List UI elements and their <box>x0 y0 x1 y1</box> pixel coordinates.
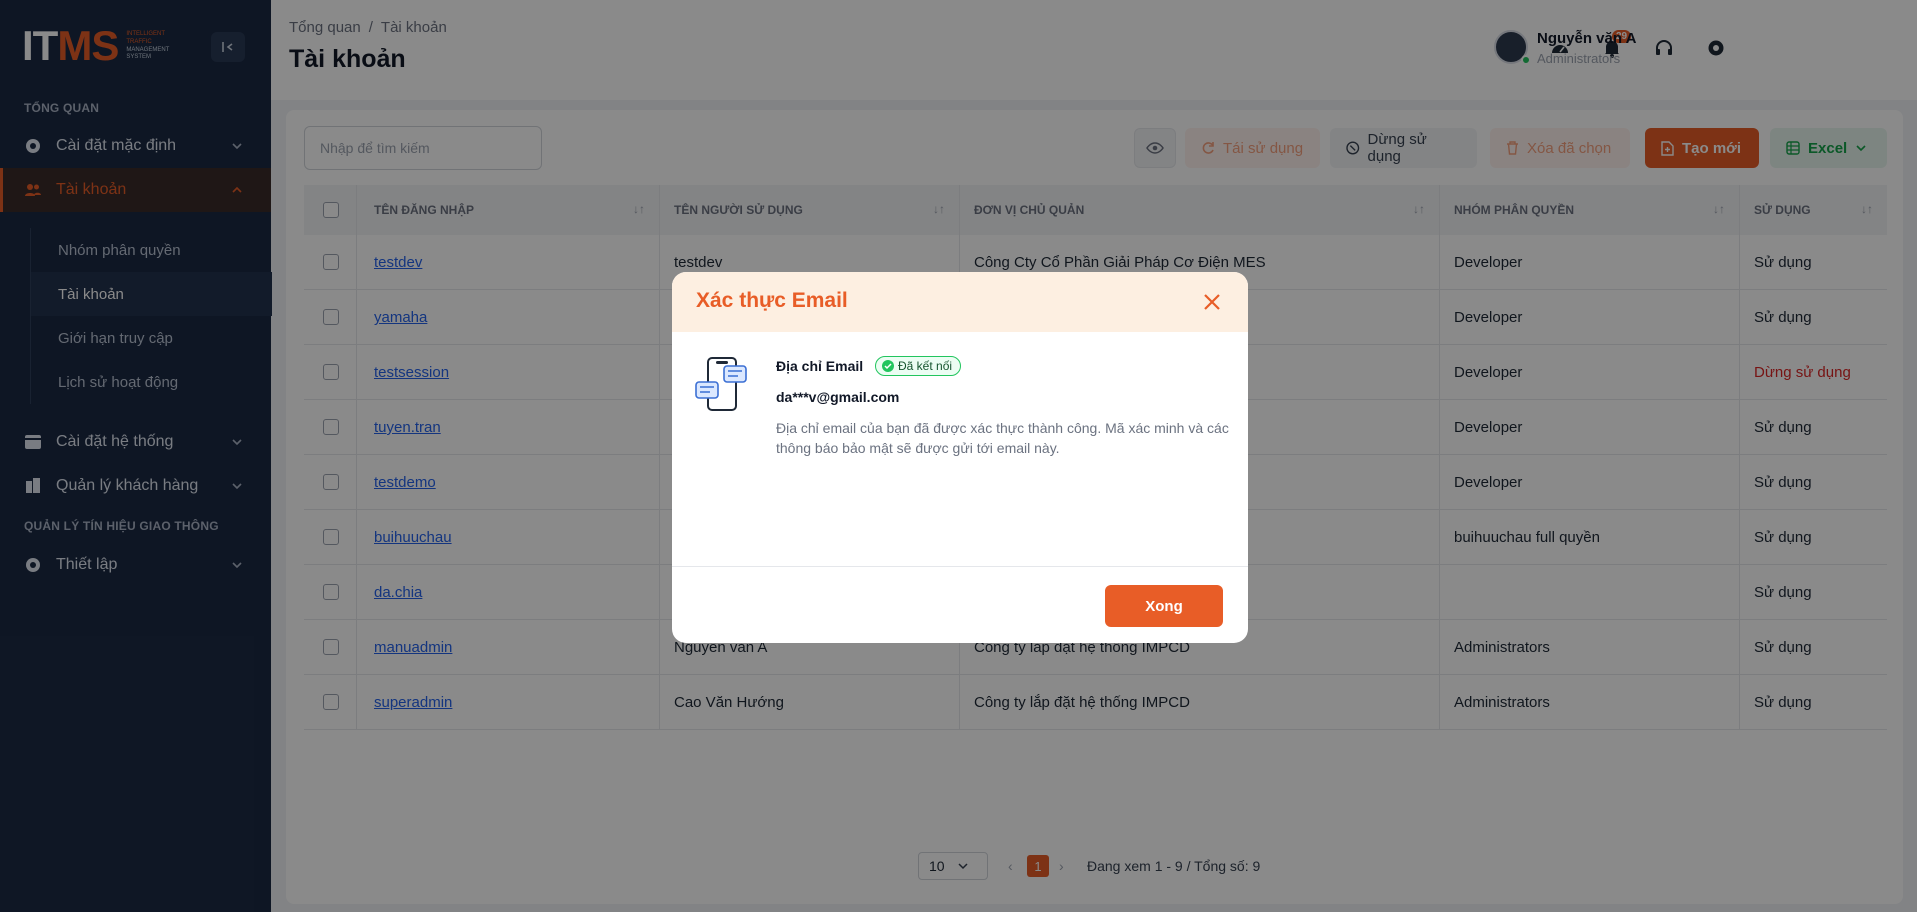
modal-title: Xác thực Email <box>696 289 848 312</box>
email-description: Địa chỉ email của bạn đã được xác thực t… <box>776 420 1229 456</box>
done-button[interactable]: Xong <box>1105 585 1223 627</box>
modal-header: Xác thực Email <box>672 272 1248 332</box>
connected-badge-label: Đã kết nối <box>898 359 953 373</box>
connected-badge: Đã kết nối <box>875 356 962 376</box>
email-value: da***v@gmail.com <box>776 389 900 405</box>
phone-chat-icon <box>695 357 747 411</box>
email-label: Địa chỉ Email <box>776 358 864 374</box>
email-verification-modal: Xác thực Email Địa chỉ Email Đã kết nối … <box>672 272 1248 643</box>
check-circle-icon <box>882 360 894 372</box>
modal-divider <box>672 566 1248 567</box>
close-icon[interactable] <box>1200 290 1224 314</box>
